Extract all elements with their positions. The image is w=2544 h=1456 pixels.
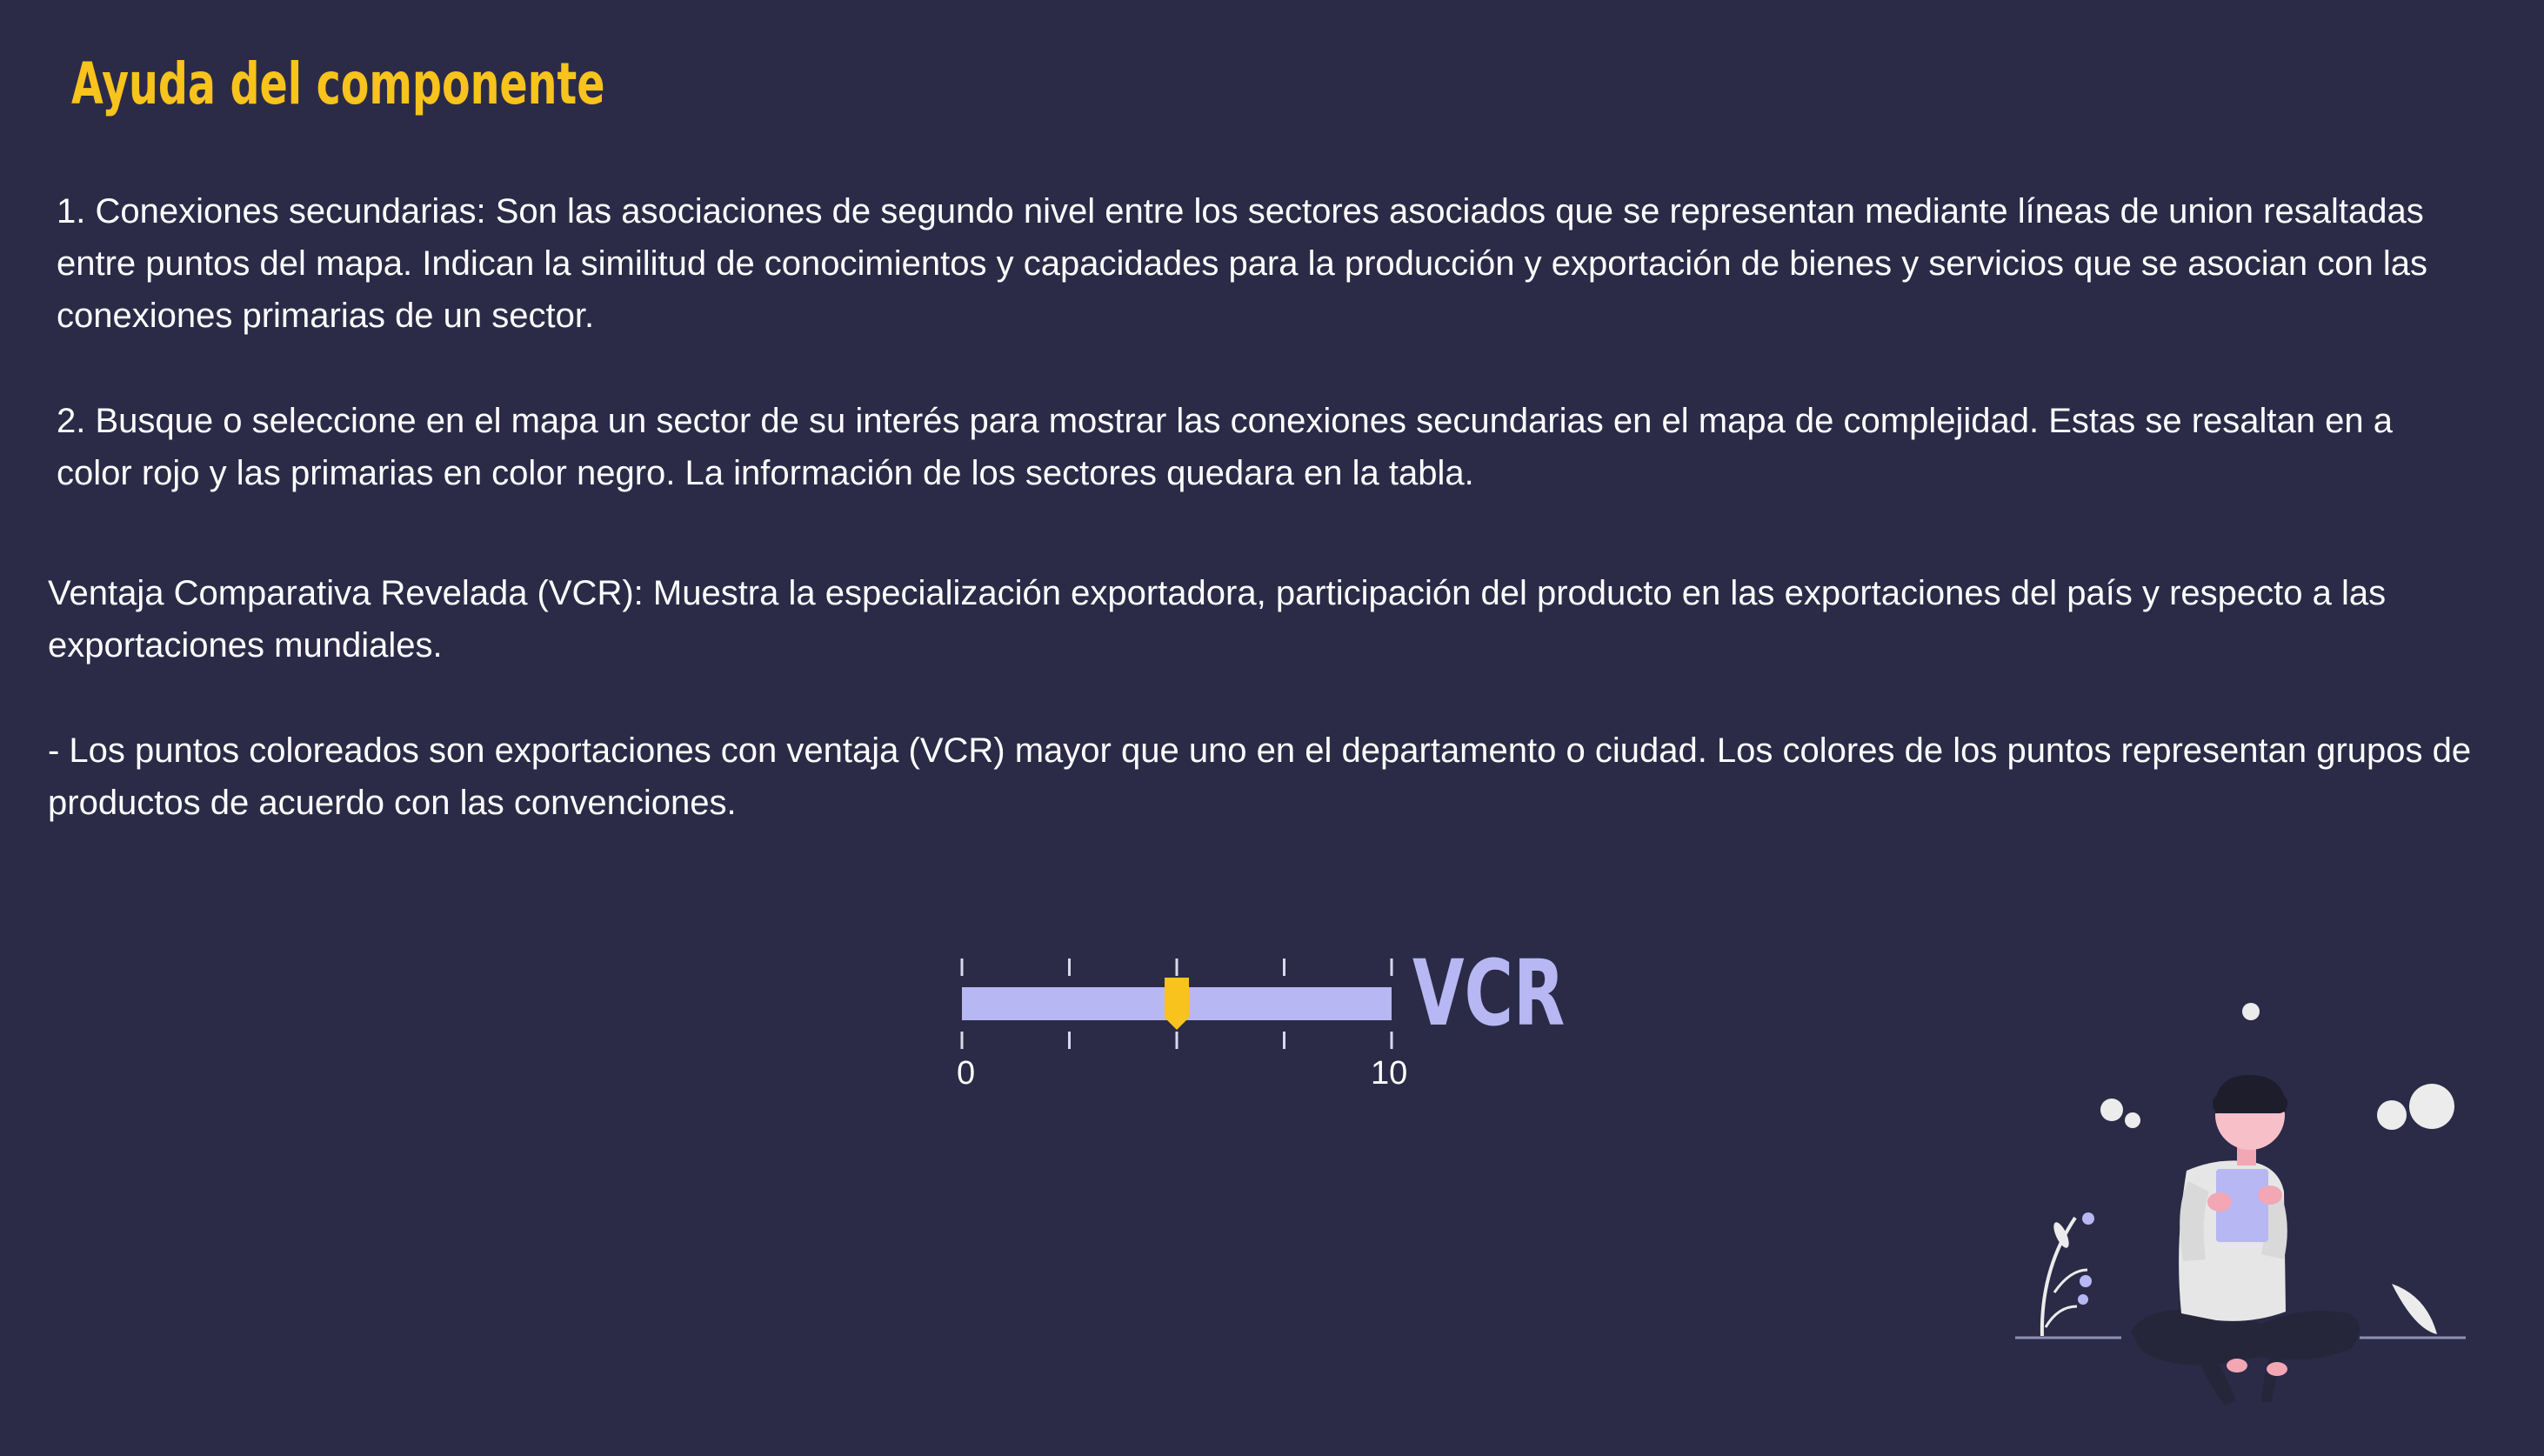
plant-icon <box>2040 1212 2094 1337</box>
help-paragraph-search-instructions: 2. Busque o seleccione en el mapa un sec… <box>57 402 2393 492</box>
bubble-icon <box>2409 1084 2454 1129</box>
help-paragraph-colored-points: - Los puntos coloreados son exportacione… <box>48 731 2472 822</box>
help-paragraph-vcr-definition: Ventaja Comparativa Revelada (VCR): Mues… <box>48 574 2387 665</box>
leaf-icon <box>2392 1284 2437 1334</box>
help-paragraph-secondary-connections: 1. Conexiones secundarias: Son las asoci… <box>57 192 2428 335</box>
bubble-icon <box>2377 1100 2407 1130</box>
bubble-icon <box>2125 1112 2140 1128</box>
bubble-icon <box>2242 1003 2260 1020</box>
vcr-slider-max-label: 10 <box>1371 1055 1408 1092</box>
person-reading-illustration <box>2015 1003 2466 1406</box>
vcr-slider-min-label: 0 <box>957 1055 976 1092</box>
vcr-slider-label: VCR <box>1412 940 1566 1046</box>
vcr-slider-handle[interactable] <box>1165 978 1189 1030</box>
person-icon <box>2131 1074 2360 1406</box>
page-title: Ayuda del componente <box>71 50 605 117</box>
bubble-icon <box>2100 1099 2123 1121</box>
